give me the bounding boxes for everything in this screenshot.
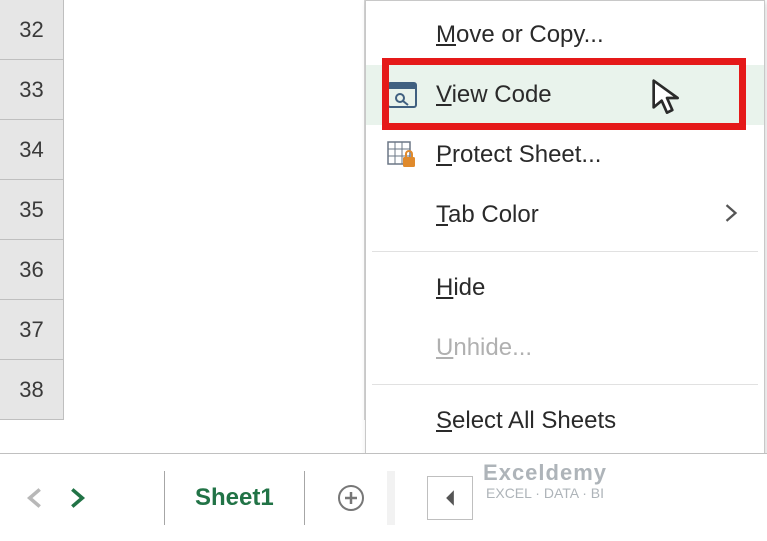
menu-label: Tab Color	[436, 201, 708, 229]
protect-sheet-icon	[384, 137, 420, 173]
menu-select-all-sheets[interactable]: Select All Sheets	[366, 391, 764, 451]
view-code-icon	[384, 77, 420, 113]
menu-label: Protect Sheet...	[436, 141, 742, 169]
row-header[interactable]: 38	[0, 360, 63, 420]
sheet-tab-bar: Sheet1	[0, 453, 767, 541]
menu-view-code[interactable]: View Code	[366, 65, 764, 125]
row-header-strip: 32 33 34 35 36 37 38	[0, 0, 64, 420]
sheet-nav-prev[interactable]	[16, 480, 52, 516]
sheet-tab-active[interactable]: Sheet1	[164, 471, 305, 525]
menu-label: Move or Copy...	[436, 21, 742, 49]
row-header[interactable]: 34	[0, 120, 63, 180]
row-header[interactable]: 37	[0, 300, 63, 360]
menu-hide[interactable]: Hide	[366, 258, 764, 318]
menu-label: Unhide...	[436, 334, 742, 362]
row-header[interactable]: 36	[0, 240, 63, 300]
blank-icon	[384, 17, 420, 53]
tab-bar-separator	[387, 471, 395, 525]
blank-icon	[384, 330, 420, 366]
row-header[interactable]: 35	[0, 180, 63, 240]
scroll-left-button[interactable]	[428, 476, 472, 520]
horizontal-scroll-group	[427, 476, 473, 520]
menu-unhide: Unhide...	[366, 318, 764, 378]
menu-divider	[372, 251, 758, 252]
menu-label: Hide	[436, 274, 742, 302]
menu-label: Select All Sheets	[436, 407, 742, 435]
sheet-nav-next[interactable]	[60, 480, 96, 516]
sheet-tab-label: Sheet1	[195, 484, 274, 512]
row-header[interactable]: 33	[0, 60, 63, 120]
sheet-context-menu: Move or Copy... View Code Prote	[365, 0, 765, 464]
blank-icon	[384, 270, 420, 306]
blank-icon	[384, 403, 420, 439]
add-sheet-button[interactable]	[333, 480, 369, 516]
menu-divider	[372, 384, 758, 385]
row-header[interactable]: 32	[0, 0, 63, 60]
menu-protect-sheet[interactable]: Protect Sheet...	[366, 125, 764, 185]
submenu-arrow-icon	[724, 201, 742, 229]
menu-move-or-copy[interactable]: Move or Copy...	[366, 5, 764, 65]
menu-tab-color[interactable]: Tab Color	[366, 185, 764, 245]
blank-icon	[384, 197, 420, 233]
menu-label: View Code	[436, 81, 742, 109]
